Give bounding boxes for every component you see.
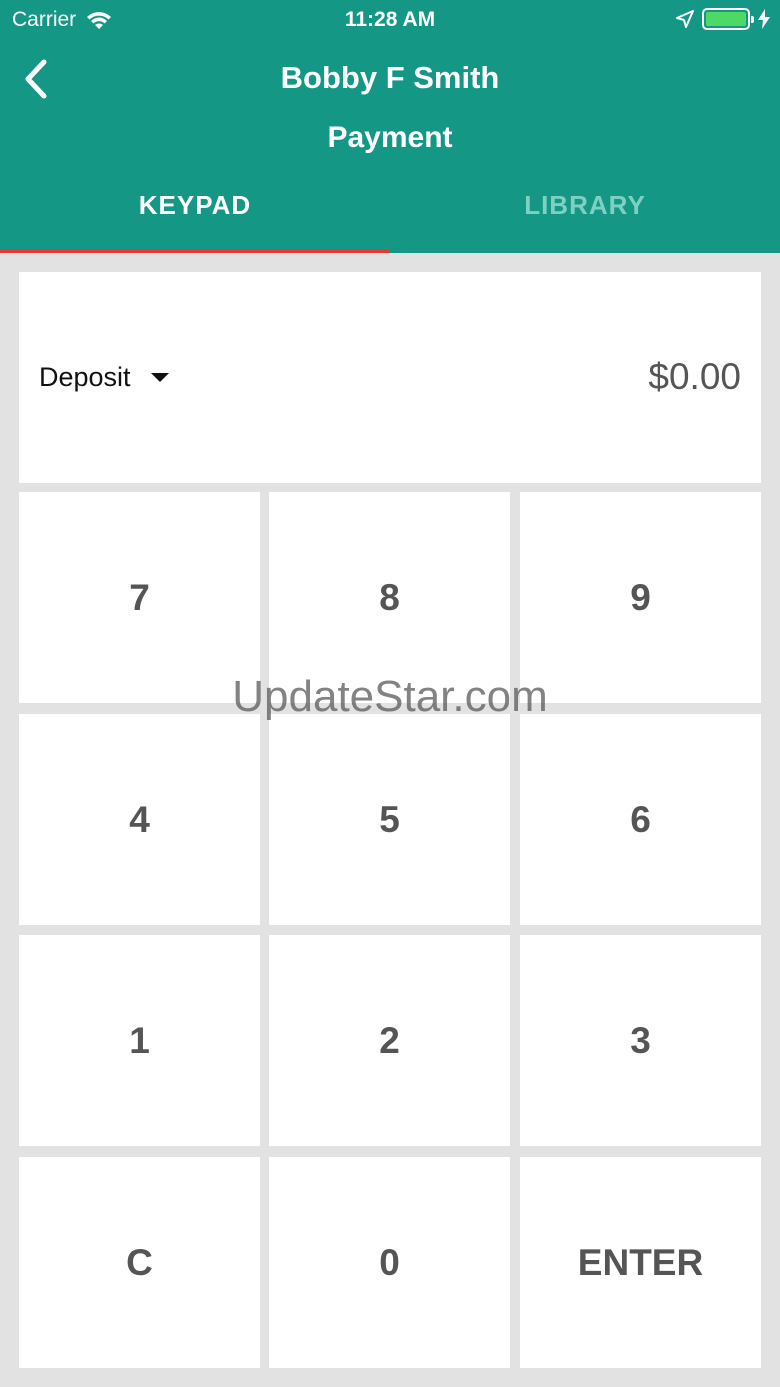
key-7[interactable]: 7 <box>19 492 260 703</box>
page-subtitle: Payment <box>327 121 453 154</box>
location-arrow-icon <box>676 10 694 28</box>
page-title: Bobby F Smith <box>280 60 500 95</box>
key-8[interactable]: 8 <box>269 492 510 703</box>
battery-icon <box>702 8 754 30</box>
key-9[interactable]: 9 <box>520 492 761 703</box>
key-6[interactable]: 6 <box>520 714 761 925</box>
key-enter[interactable]: ENTER <box>520 1157 761 1368</box>
transaction-type-dropdown[interactable]: Deposit <box>39 362 169 393</box>
app-header: Carrier 11:28 AM Bobby F Smith Payment K… <box>0 0 780 253</box>
tab-keypad[interactable]: KEYPAD <box>0 168 390 253</box>
tab-library[interactable]: LIBRARY <box>390 168 780 253</box>
amount-value: $0.00 <box>648 356 741 397</box>
key-0[interactable]: 0 <box>269 1157 510 1368</box>
transaction-type-label: Deposit <box>39 362 131 392</box>
caret-down-icon <box>150 373 169 382</box>
key-clear[interactable]: C <box>19 1157 260 1368</box>
status-indicators <box>676 8 770 30</box>
charging-bolt-icon <box>758 9 770 29</box>
status-bar: Carrier 11:28 AM <box>0 0 780 40</box>
key-5[interactable]: 5 <box>269 714 510 925</box>
status-time: 11:28 AM <box>344 8 436 31</box>
tab-bar: KEYPAD LIBRARY <box>0 168 780 253</box>
amount-display: Deposit $0.00 <box>19 272 761 483</box>
key-4[interactable]: 4 <box>19 714 260 925</box>
key-2[interactable]: 2 <box>269 935 510 1146</box>
key-1[interactable]: 1 <box>19 935 260 1146</box>
key-3[interactable]: 3 <box>520 935 761 1146</box>
